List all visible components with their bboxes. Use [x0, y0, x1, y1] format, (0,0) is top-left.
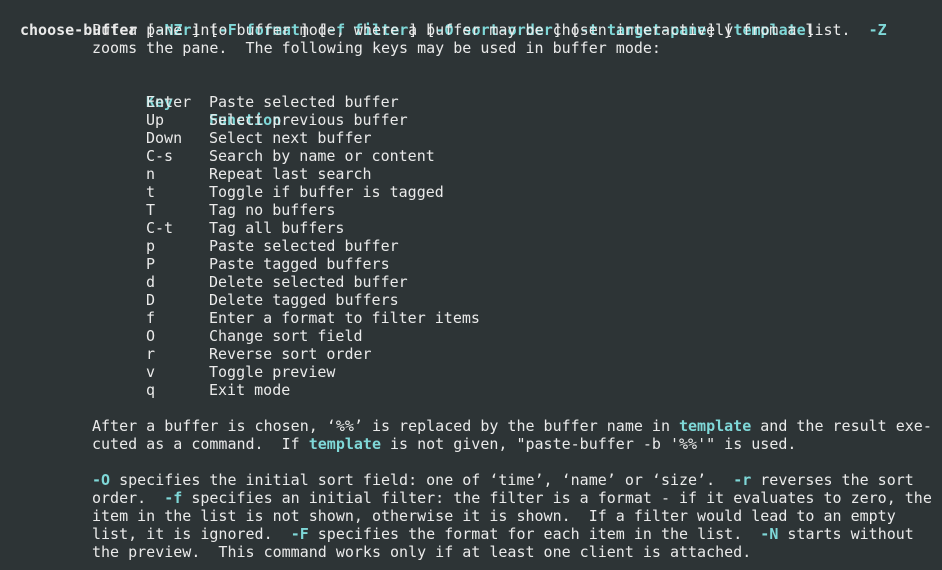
key-cell: C-s: [146, 147, 174, 165]
para-text: specifies the format for each item in th…: [308, 525, 761, 543]
template-term: template: [308, 435, 381, 453]
para2-line-4: list, it is ignored. -F specifies the fo…: [92, 525, 914, 543]
para-text: specifies an initial filter: the filter …: [182, 489, 932, 507]
intro-text: zooms the pane. The following keys may b…: [92, 39, 661, 57]
flag-F: -F: [290, 525, 309, 543]
intro-line-1: Put a pane into buffer mode, where a buf…: [92, 21, 887, 39]
para2-line-1: -O specifies the initial sort field: one…: [92, 471, 914, 489]
table-row: p Paste selected buffer: [146, 237, 646, 255]
para-text: reverses the sort: [751, 471, 914, 489]
function-cell: Change sort field: [209, 327, 363, 345]
para-text: specifies the initial sort field: one of…: [110, 471, 734, 489]
para-text: starts without: [778, 525, 914, 543]
para2-line-2: order. -f specifies an initial filter: t…: [92, 489, 932, 507]
function-cell: Paste selected buffer: [209, 93, 399, 111]
key-cell: d: [146, 273, 156, 291]
function-cell: Tag no buffers: [209, 201, 336, 219]
para-text: the preview. This command works only if …: [92, 543, 752, 561]
function-cell: Repeat last search: [209, 165, 372, 183]
table-row: d Delete selected buffer: [146, 273, 646, 291]
para1-line-2: cuted as a command. If template is not g…: [92, 435, 796, 453]
template-term: template: [679, 417, 752, 435]
function-cell: Exit mode: [209, 381, 291, 399]
key-cell: q: [146, 381, 156, 399]
function-cell: Toggle if buffer is tagged: [209, 183, 444, 201]
flag-O: -O: [92, 471, 111, 489]
para-text: cuted as a command. If: [92, 435, 309, 453]
table-row: t Toggle if buffer is tagged: [146, 183, 646, 201]
key-cell: O: [146, 327, 156, 345]
key-cell: T: [146, 201, 156, 219]
table-row: T Tag no buffers: [146, 201, 646, 219]
flag-r: -r: [733, 471, 752, 489]
key-cell: n: [146, 165, 156, 183]
table-row: Down Select next buffer: [146, 129, 646, 147]
intro-line-2: zooms the pane. The following keys may b…: [92, 39, 661, 57]
para-text: order.: [92, 489, 165, 507]
table-row: D Delete tagged buffers: [146, 291, 646, 309]
function-cell: Select previous buffer: [209, 111, 408, 129]
key-cell: Down: [146, 129, 183, 147]
para-text: and the result exe-: [751, 417, 932, 435]
synopsis-line: choose-buffer [-NZr] [-F format] [-f fil…: [20, 3, 815, 39]
key-table-header: Key Function: [146, 75, 646, 129]
function-cell: Delete selected buffer: [209, 273, 408, 291]
function-cell: Enter a format to filter items: [209, 309, 480, 327]
table-row: r Reverse sort order: [146, 345, 646, 363]
para-text: After a buffer is chosen, ‘%%’ is replac…: [92, 417, 679, 435]
table-row: q Exit mode: [146, 381, 646, 399]
table-row: C-t Tag all buffers: [146, 219, 646, 237]
table-row: Up Select previous buffer: [146, 111, 646, 129]
flag-N: -N: [760, 525, 779, 543]
key-cell: Up: [146, 111, 165, 129]
table-row: Enter Paste selected buffer: [146, 93, 646, 111]
function-cell: Delete tagged buffers: [209, 291, 399, 309]
key-cell: v: [146, 363, 156, 381]
table-row: v Toggle preview: [146, 363, 646, 381]
function-cell: Paste tagged buffers: [209, 255, 390, 273]
function-cell: Search by name or content: [209, 147, 435, 165]
function-cell: Tag all buffers: [209, 219, 345, 237]
flag-Z: -Z: [868, 21, 887, 39]
para1-line-1: After a buffer is chosen, ‘%%’ is replac…: [92, 417, 932, 435]
para2-line-3: item in the list is not shown, otherwise…: [92, 507, 896, 525]
intro-text: Put a pane into buffer mode, where a buf…: [92, 21, 869, 39]
key-cell: C-t: [146, 219, 174, 237]
function-cell: Paste selected buffer: [209, 237, 399, 255]
function-cell: Select next buffer: [209, 129, 372, 147]
flag-f: -f: [164, 489, 183, 507]
para-text: item in the list is not shown, otherwise…: [92, 507, 896, 525]
key-cell: D: [146, 291, 156, 309]
table-row: f Enter a format to filter items: [146, 309, 646, 327]
key-cell: r: [146, 345, 156, 363]
function-cell: Reverse sort order: [209, 345, 372, 363]
key-cell: t: [146, 183, 156, 201]
key-cell: f: [146, 309, 156, 327]
para2-line-5: the preview. This command works only if …: [92, 543, 751, 561]
table-row: P Paste tagged buffers: [146, 255, 646, 273]
key-cell: P: [146, 255, 156, 273]
key-cell: Enter: [146, 93, 192, 111]
table-row: O Change sort field: [146, 327, 646, 345]
key-cell: p: [146, 237, 156, 255]
para-text: is not given, "paste-buffer -b '%%'" is …: [381, 435, 797, 453]
table-row: n Repeat last search: [146, 165, 646, 183]
function-cell: Toggle preview: [209, 363, 336, 381]
para-text: list, it is ignored.: [92, 525, 291, 543]
table-row: C-s Search by name or content: [146, 147, 646, 165]
